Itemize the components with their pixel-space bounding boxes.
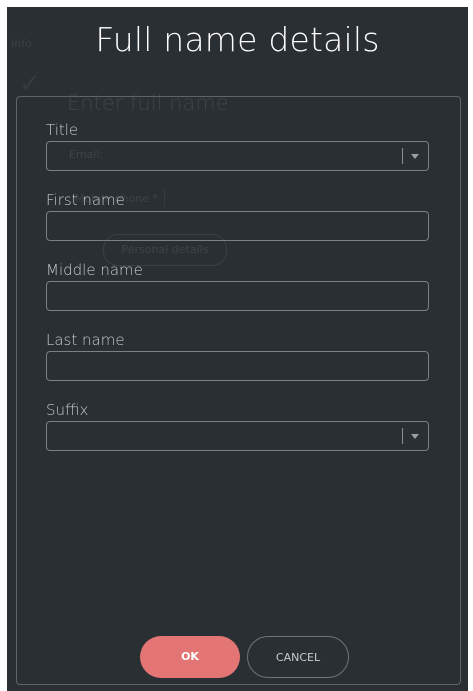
modal-overlay: Info ✓ Enter full name Email: Mobile pho… xyxy=(7,7,468,691)
title-select-toggle[interactable] xyxy=(400,142,428,170)
middle-name-label: Middle name xyxy=(46,261,143,279)
last-name-label: Last name xyxy=(46,331,125,349)
ok-button[interactable]: OK xyxy=(140,636,240,678)
check-icon: ✓ xyxy=(19,69,41,99)
first-name-input[interactable] xyxy=(46,211,429,241)
dialog-title: Full name details xyxy=(95,20,380,59)
cancel-button[interactable]: CANCEL xyxy=(247,636,349,678)
suffix-label: Suffix xyxy=(46,401,89,419)
select-separator xyxy=(402,148,403,164)
suffix-select[interactable] xyxy=(46,421,429,451)
select-separator xyxy=(402,428,403,444)
last-name-input[interactable] xyxy=(46,351,429,381)
chevron-down-icon xyxy=(411,434,419,439)
suffix-select-toggle[interactable] xyxy=(400,422,428,450)
title-select[interactable] xyxy=(46,141,429,171)
middle-name-input[interactable] xyxy=(46,281,429,311)
dialog-panel xyxy=(16,96,461,685)
chevron-down-icon xyxy=(411,154,419,159)
title-label: Title xyxy=(46,121,79,139)
first-name-label: First name xyxy=(46,191,125,209)
